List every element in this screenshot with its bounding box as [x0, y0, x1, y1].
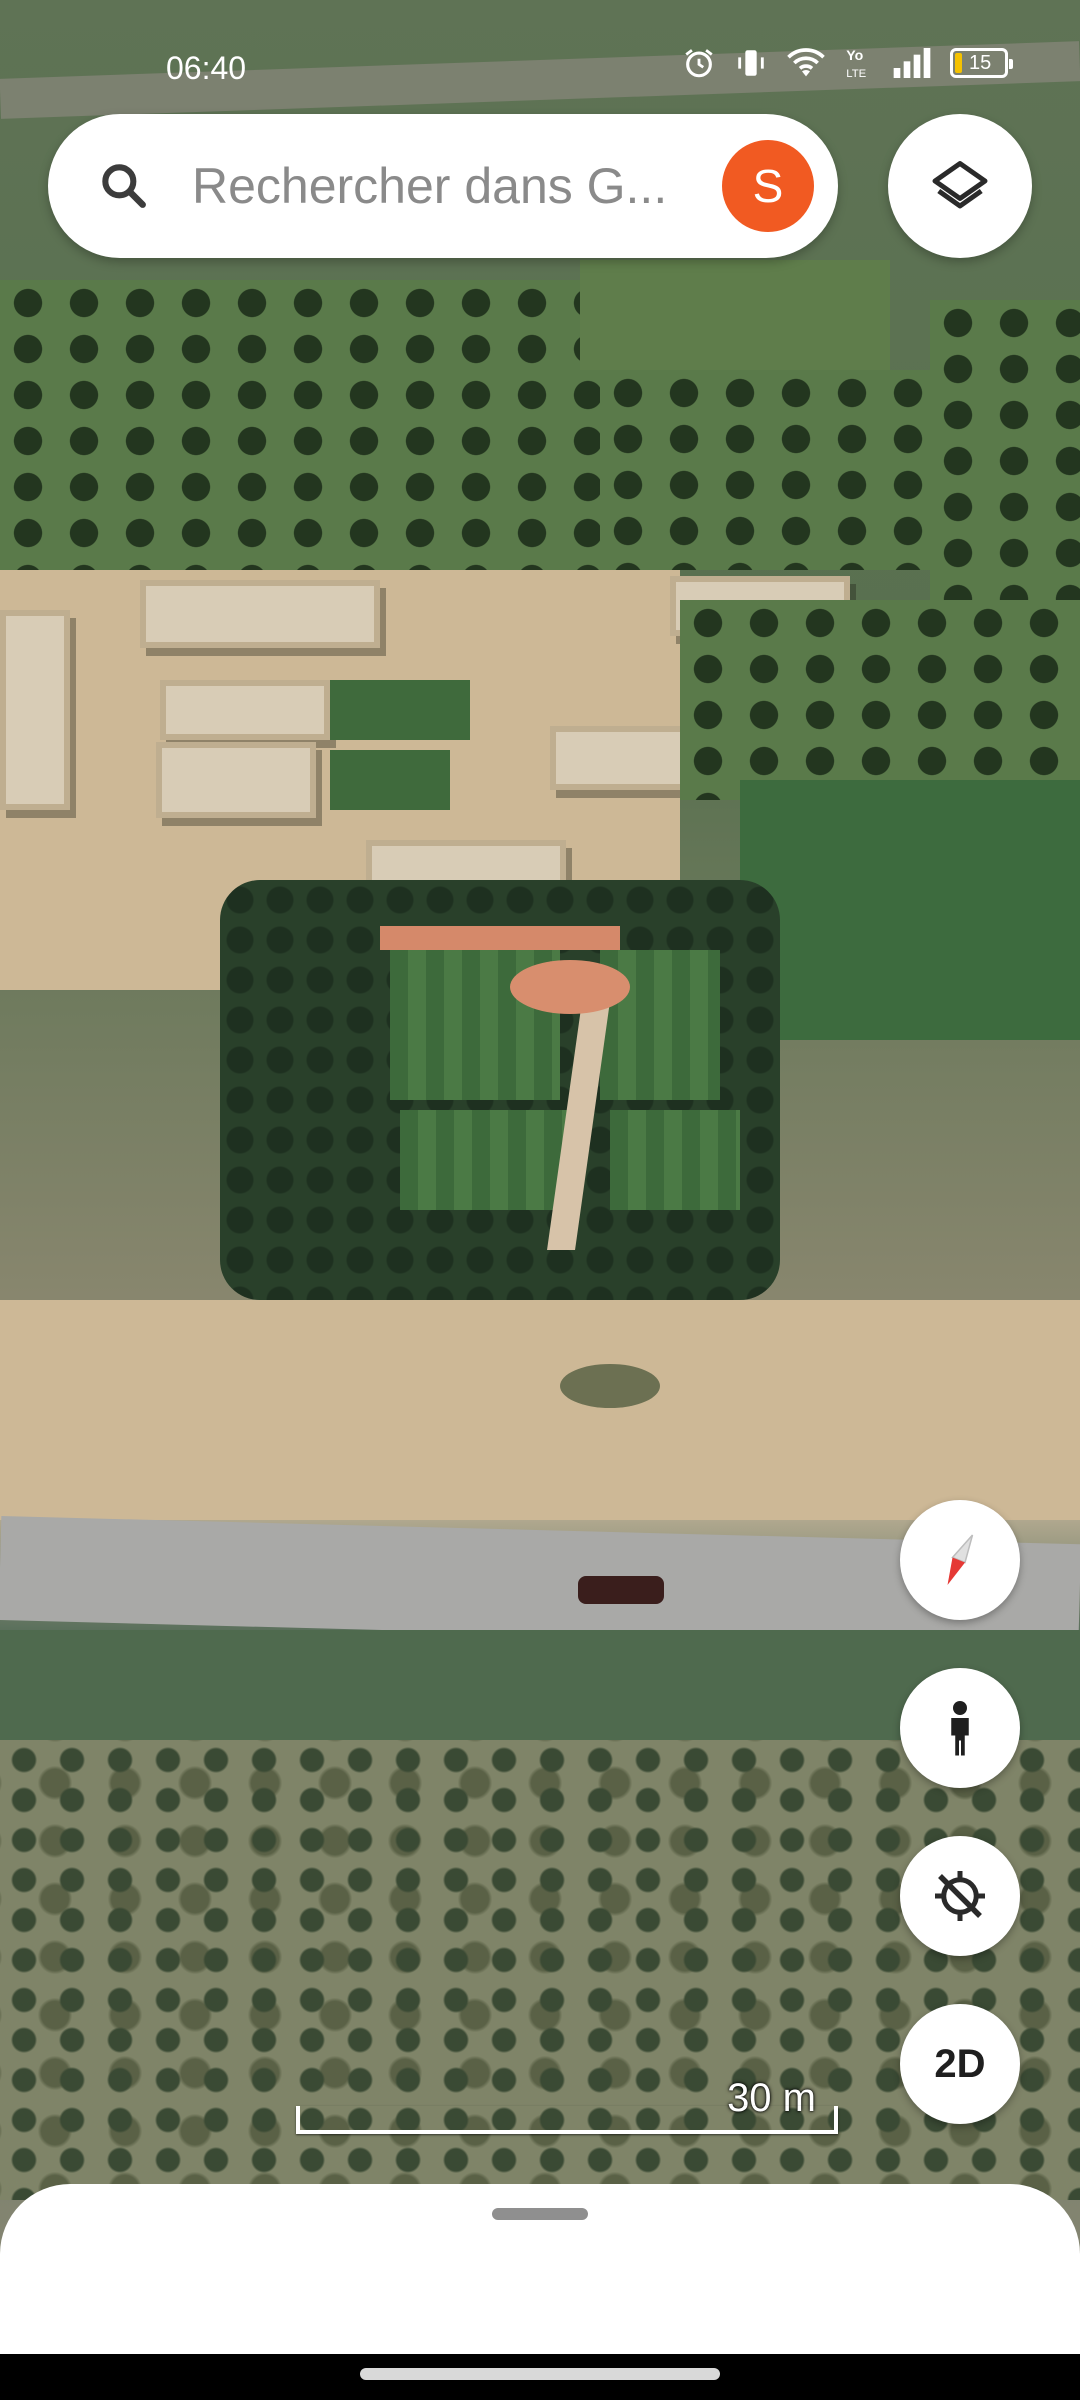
svg-text:Yo: Yo [846, 48, 863, 64]
layers-button[interactable] [888, 114, 1032, 258]
map-field [580, 260, 890, 370]
map-building [140, 580, 380, 648]
status-time: 06:40 [166, 50, 247, 86]
search-bar[interactable]: Rechercher dans G... S [48, 114, 838, 258]
view-mode-2d-button[interactable]: 2D [900, 2004, 1020, 2124]
map-field [330, 750, 450, 810]
compass-button[interactable] [900, 1500, 1020, 1620]
search-icon[interactable] [96, 158, 152, 214]
map-field [330, 680, 470, 740]
pegman-icon [951, 1701, 969, 1756]
map-building [550, 726, 700, 790]
map-garden-bed [400, 1110, 570, 1210]
vibrate-icon [738, 50, 764, 76]
map-building [156, 742, 316, 818]
battery-icon: 15 [950, 48, 1013, 78]
system-navigation-bar [0, 2354, 1080, 2400]
volte-icon: Yo LTE [846, 48, 866, 80]
search-input[interactable]: Rechercher dans G... [192, 156, 667, 216]
map-orchard [600, 370, 930, 570]
battery-level: 15 [969, 52, 992, 74]
map-car [578, 1576, 664, 1604]
my-location-off-icon [935, 1871, 985, 1921]
wifi-icon [787, 48, 825, 77]
map-building [160, 680, 330, 740]
map-building [0, 610, 70, 810]
signal-icon [893, 48, 931, 78]
map-field [740, 780, 1080, 1040]
status-bar: 06:40 Yo LTE 15 [0, 38, 1080, 98]
map-orchard [0, 280, 620, 570]
map-ground [0, 1300, 1080, 1520]
svg-text:LTE: LTE [846, 68, 866, 80]
compass-icon [947, 1534, 974, 1585]
sheet-drag-handle[interactable] [492, 2208, 588, 2220]
street-view-button[interactable] [900, 1668, 1020, 1788]
avatar[interactable]: S [722, 140, 814, 232]
map-garden-bed [610, 1110, 740, 1210]
home-gesture-pill[interactable] [360, 2368, 720, 2380]
my-location-button[interactable] [900, 1836, 1020, 1956]
bottom-sheet[interactable] [0, 2184, 1080, 2354]
map-scale: 30 m [296, 2076, 838, 2134]
layers-icon [932, 161, 988, 209]
map-plaza [510, 960, 630, 1014]
map-plaza [380, 926, 620, 950]
map-orchard [680, 600, 1080, 800]
map-well [560, 1364, 660, 1408]
alarm-icon [685, 49, 713, 78]
scale-bar [296, 2106, 838, 2134]
battery-fill [955, 53, 962, 73]
status-icons: Yo LTE 15 [682, 46, 1013, 80]
